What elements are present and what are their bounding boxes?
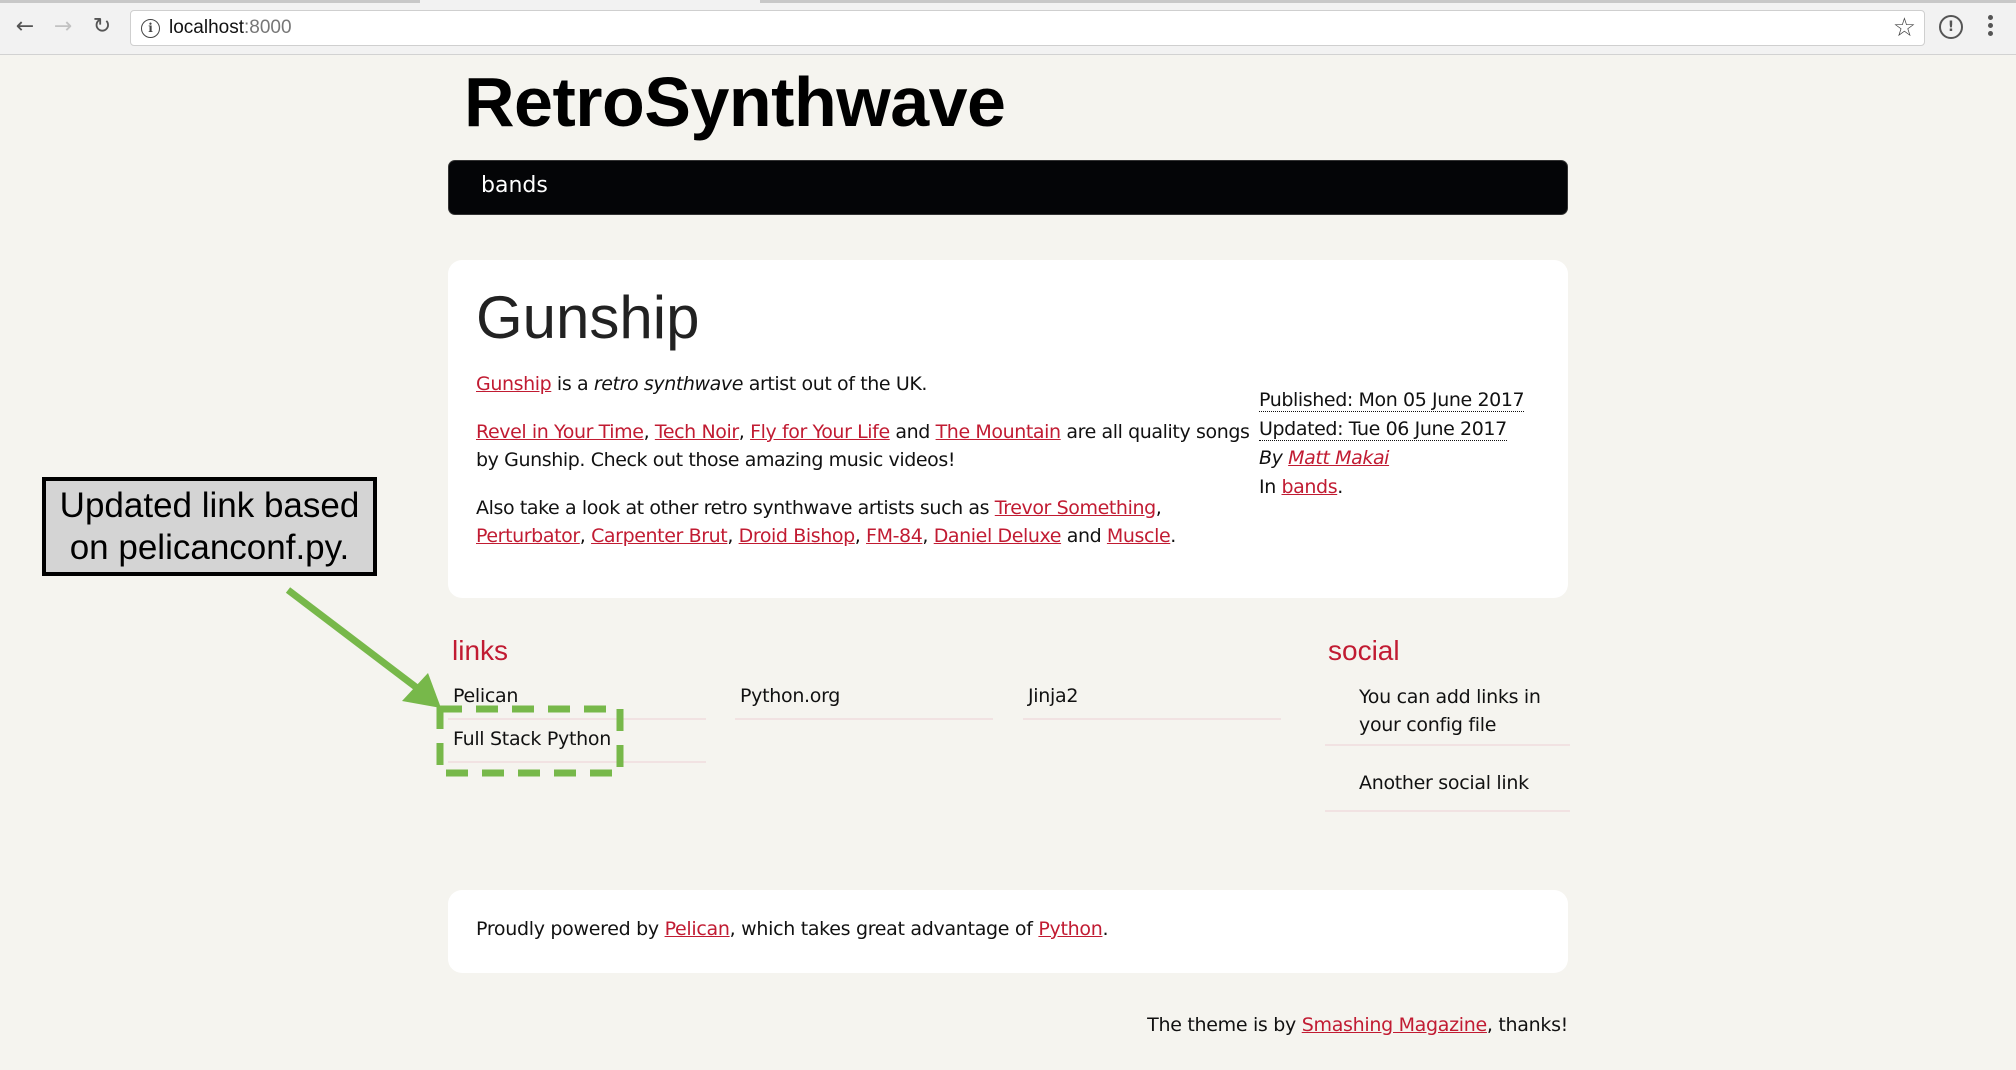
author-line: By Matt Makai (1259, 444, 1524, 473)
back-icon[interactable]: ← (12, 14, 38, 40)
text: Also take a look at other retro synthwav… (476, 497, 995, 519)
blogroll-link[interactable]: Jinja2 (1028, 685, 1078, 707)
blogroll-item[interactable]: Pelican (448, 677, 706, 720)
python-link[interactable]: Python (1038, 918, 1102, 940)
text: Proudly powered by (476, 918, 665, 940)
text: , thanks! (1486, 1014, 1568, 1036)
text: and (1061, 525, 1107, 547)
paragraph-artists: Also take a look at other retro synthwav… (476, 494, 1266, 550)
link-song[interactable]: Revel in Your Time (476, 421, 644, 443)
text: . (1102, 918, 1109, 940)
by-label: By (1259, 447, 1289, 469)
article-body: Gunship is a retro synthwave artist out … (476, 370, 1266, 570)
text: , (727, 525, 739, 547)
blogroll-item[interactable]: Python.org (735, 677, 993, 720)
footer: Proudly powered by Pelican, which takes … (448, 890, 1568, 973)
tab-strip (0, 0, 2016, 4)
link-song[interactable]: The Mountain (936, 421, 1061, 443)
browser-toolbar: ← → ↻ i localhost:8000 ☆ ! (0, 0, 2016, 55)
text: artist out of the UK. (743, 373, 928, 395)
published-date: Published: Mon 05 June 2017 (1259, 389, 1525, 412)
kebab-menu-icon[interactable] (1985, 12, 1995, 42)
emphasis-text: retro synthwave (593, 373, 744, 395)
reload-icon[interactable]: ↻ (89, 14, 115, 40)
link-song[interactable]: Tech Noir (655, 421, 739, 443)
link-artist[interactable]: Daniel Deluxe (934, 525, 1062, 547)
text: is a (551, 373, 594, 395)
tab[interactable] (0, 0, 420, 3)
link-artist[interactable]: Carpenter Brut (591, 525, 728, 547)
text: The theme is by (1147, 1014, 1302, 1036)
author-link[interactable]: Matt Makai (1288, 447, 1389, 469)
text: , (738, 421, 751, 443)
link-artist[interactable]: Muscle (1107, 525, 1171, 547)
text: , (1155, 497, 1162, 519)
category-link[interactable]: bands (1282, 476, 1338, 498)
social-heading: social (1328, 635, 1400, 666)
extension-icon[interactable]: ! (1939, 15, 1963, 39)
annotation-arrow-head-icon (402, 673, 441, 708)
main-nav: bands (448, 160, 1568, 215)
link-song[interactable]: Fly for Your Life (750, 421, 890, 443)
site-info-icon[interactable]: i (141, 19, 160, 38)
article-title[interactable]: Gunship (476, 283, 699, 352)
url-text[interactable]: localhost:8000 (169, 17, 292, 39)
text: , (579, 525, 592, 547)
in-label: In (1259, 476, 1282, 498)
annotation-callout: Updated link based on pelicanconf.py. (42, 477, 377, 576)
smashing-magazine-link[interactable]: Smashing Magazine (1302, 1014, 1488, 1036)
blogroll-link[interactable]: Pelican (453, 685, 518, 707)
paragraph-songs: Revel in Your Time, Tech Noir, Fly for Y… (476, 418, 1266, 474)
link-artist[interactable]: FM-84 (866, 525, 923, 547)
link-gunship[interactable]: Gunship (476, 373, 552, 395)
site-title[interactable]: RetroSynthwave (464, 62, 1006, 142)
blogroll-link[interactable]: Python.org (740, 685, 840, 707)
text: , (854, 525, 867, 547)
powered-by: Proudly powered by Pelican, which takes … (476, 918, 1108, 940)
category-line: In bands. (1259, 473, 1524, 502)
nav-item-bands[interactable]: bands (481, 173, 548, 198)
text: , which takes great advantage of (729, 918, 1039, 940)
address-bar[interactable]: i localhost:8000 ☆ (130, 10, 1925, 46)
article-card: Gunship Gunship is a retro synthwave art… (448, 260, 1568, 598)
link-artist[interactable]: Perturbator (476, 525, 580, 547)
updated-date: Updated: Tue 06 June 2017 (1259, 418, 1507, 441)
blogroll-item[interactable]: Jinja2 (1023, 677, 1281, 720)
link-artist[interactable]: Droid Bishop (739, 525, 856, 547)
link-artist[interactable]: Trevor Something (995, 497, 1156, 519)
social-item[interactable]: Another social link (1325, 767, 1570, 812)
text: . (1337, 476, 1343, 498)
social-item[interactable]: You can add links in your config file (1325, 682, 1570, 746)
article-meta: Published: Mon 05 June 2017 Updated: Tue… (1259, 386, 1525, 502)
text: and (889, 421, 936, 443)
blogroll-link[interactable]: Full Stack Python (453, 728, 611, 750)
text: , (922, 525, 934, 547)
paragraph-intro: Gunship is a retro synthwave artist out … (476, 370, 1266, 398)
bookmark-star-icon[interactable]: ☆ (1893, 13, 1916, 43)
annotation-line: on pelicanconf.py. (69, 528, 350, 567)
forward-icon[interactable]: → (50, 14, 76, 40)
pelican-link[interactable]: Pelican (665, 918, 730, 940)
blogroll-item[interactable]: Full Stack Python (448, 720, 706, 763)
url-host: localhost (169, 17, 244, 38)
tab[interactable] (760, 0, 2016, 3)
theme-credit: The theme is by Smashing Magazine, thank… (1147, 1014, 1568, 1036)
annotation-line: Updated link based (59, 486, 360, 525)
annotation-arrow-shaft (285, 587, 428, 697)
url-port: :8000 (244, 17, 292, 38)
text: , (643, 421, 655, 443)
blogroll-heading: links (452, 635, 509, 666)
text: . (1170, 525, 1176, 547)
